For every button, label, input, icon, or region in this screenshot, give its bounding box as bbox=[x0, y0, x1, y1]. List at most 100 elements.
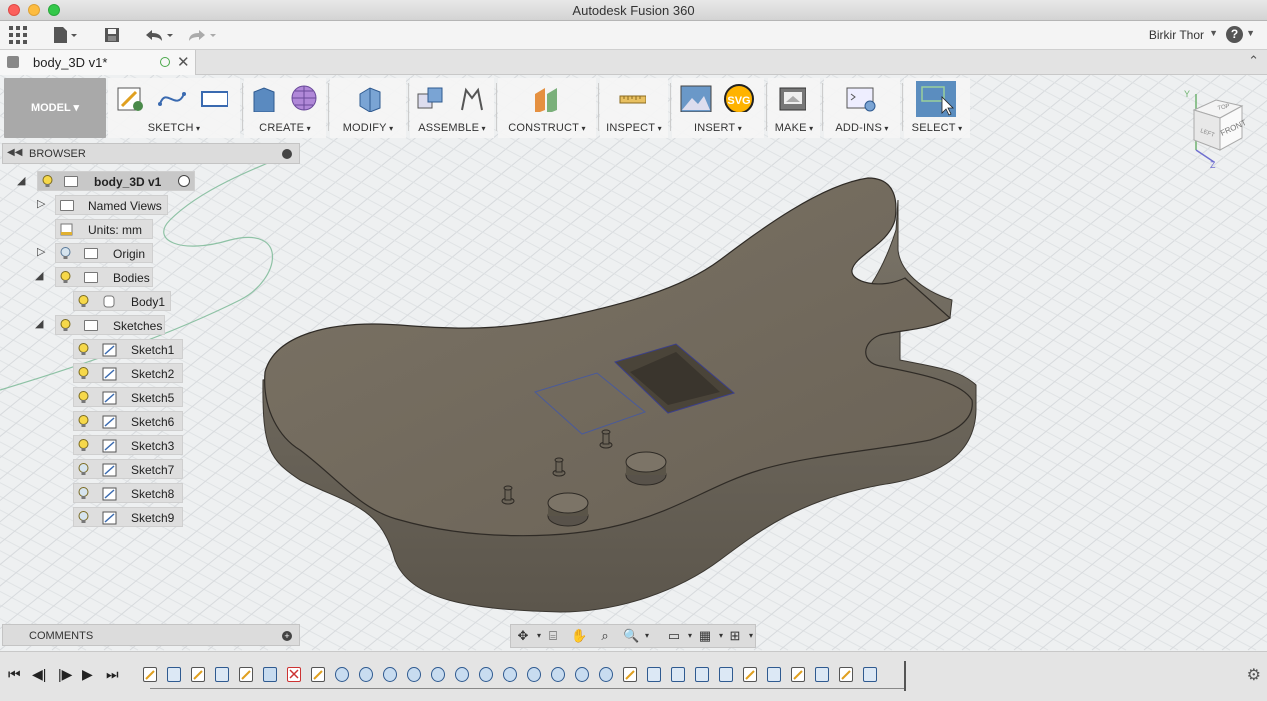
timeline-body-icon[interactable] bbox=[263, 667, 277, 682]
browser-node-sketch[interactable]: Sketch1 bbox=[73, 339, 183, 359]
visibility-bulb-icon[interactable] bbox=[78, 343, 89, 356]
toolbar-group-select[interactable]: SELECT bbox=[904, 78, 970, 138]
timeline-marker[interactable] bbox=[904, 661, 906, 691]
timeline-step-back-icon[interactable]: ◀︎| bbox=[32, 666, 46, 683]
viewcube[interactable]: Y Z TOP LEFT FRONT bbox=[1178, 88, 1253, 170]
browser-node-origin[interactable]: Origin bbox=[55, 243, 153, 263]
browser-node-sketch[interactable]: Sketch9 bbox=[73, 507, 183, 527]
undo-icon[interactable] bbox=[143, 26, 175, 44]
timeline-sketch-icon[interactable] bbox=[791, 667, 805, 682]
timeline-sketch-icon[interactable] bbox=[743, 667, 757, 682]
viewports-caret-icon[interactable]: ▾ bbox=[743, 629, 759, 643]
toolbar-group-create[interactable]: CREATE bbox=[244, 78, 326, 138]
window-maximize-button[interactable] bbox=[48, 4, 60, 16]
timeline-revolve-icon[interactable] bbox=[407, 667, 421, 682]
display-caret-icon[interactable]: ▾ bbox=[682, 629, 698, 643]
toolbar-group-add-ins[interactable]: ADD-INS bbox=[824, 78, 900, 138]
zoom-window-icon[interactable]: 🔍 bbox=[623, 629, 639, 643]
workspace-switcher-button[interactable]: MODEL ▾ bbox=[4, 78, 106, 138]
expand-triangle-icon[interactable]: ▷ bbox=[37, 197, 45, 210]
visibility-bulb-icon[interactable] bbox=[78, 367, 89, 380]
toolbar-group-inspect[interactable]: INSPECT bbox=[600, 78, 668, 138]
help-caret-icon[interactable]: ▼ bbox=[1246, 28, 1255, 38]
visibility-bulb-icon[interactable] bbox=[60, 271, 71, 284]
timeline-go-end-icon[interactable]: ⏭ bbox=[106, 666, 119, 683]
data-panel-grid-icon[interactable] bbox=[9, 26, 27, 44]
new-component-icon[interactable] bbox=[416, 84, 444, 112]
collapse-chevron-icon[interactable]: ⌃ bbox=[1248, 53, 1259, 69]
browser-node-sketch[interactable]: Sketch8 bbox=[73, 483, 183, 503]
timeline-revolve-icon[interactable] bbox=[383, 667, 397, 682]
visibility-bulb-off-icon[interactable] bbox=[60, 247, 71, 260]
timeline-revolve-icon[interactable] bbox=[431, 667, 445, 682]
browser-panel-header[interactable]: ◀◀ BROWSER bbox=[2, 143, 300, 164]
timeline-revolve-icon[interactable] bbox=[335, 667, 349, 682]
browser-node-sketch[interactable]: Sketch3 bbox=[73, 435, 183, 455]
timeline-extrude-icon[interactable] bbox=[647, 667, 661, 682]
timeline-extrude-icon[interactable] bbox=[719, 667, 733, 682]
window-close-button[interactable] bbox=[8, 4, 20, 16]
collapse-triangle-icon[interactable]: ◢ bbox=[35, 317, 43, 330]
create-sketch-icon[interactable] bbox=[116, 84, 144, 112]
help-icon[interactable]: ? bbox=[1226, 26, 1243, 43]
user-account-name[interactable]: Birkir Thor bbox=[1149, 28, 1204, 42]
timeline-extrude-icon[interactable] bbox=[671, 667, 685, 682]
timeline-extrude-icon[interactable] bbox=[695, 667, 709, 682]
zoom-icon[interactable]: ⌕ bbox=[597, 629, 613, 643]
browser-node-units[interactable]: Units: mm bbox=[55, 219, 153, 239]
browser-node-sketch[interactable]: Sketch7 bbox=[73, 459, 183, 479]
visibility-bulb-icon[interactable] bbox=[78, 463, 89, 476]
expand-triangle-icon[interactable]: ◢ bbox=[17, 174, 25, 187]
rectangle-sketch-icon[interactable] bbox=[200, 84, 228, 112]
timeline-sketch-icon[interactable] bbox=[239, 667, 253, 682]
insert-image-icon[interactable] bbox=[680, 84, 712, 112]
viewports-icon[interactable]: ⊞ bbox=[727, 629, 743, 643]
timeline-revolve-icon[interactable] bbox=[479, 667, 493, 682]
document-tab[interactable]: body_3D v1* ✕ bbox=[0, 50, 196, 75]
timeline-revolve-icon[interactable] bbox=[527, 667, 541, 682]
browser-node-sketch[interactable]: Sketch5 bbox=[73, 387, 183, 407]
visibility-bulb-icon[interactable] bbox=[78, 391, 89, 404]
form-mesh-icon[interactable] bbox=[290, 84, 318, 112]
select-tool-icon[interactable] bbox=[916, 81, 956, 117]
add-comment-icon[interactable]: + bbox=[282, 631, 292, 641]
timeline-extrude-icon[interactable] bbox=[863, 667, 877, 682]
visibility-bulb-icon[interactable] bbox=[78, 415, 89, 428]
toolbar-group-modify[interactable]: MODIFY bbox=[330, 78, 406, 138]
browser-node-sketches[interactable]: Sketches bbox=[55, 315, 165, 335]
press-pull-icon[interactable] bbox=[354, 84, 382, 112]
joint-icon[interactable] bbox=[458, 84, 486, 112]
browser-node-sketch[interactable]: Sketch2 bbox=[73, 363, 183, 383]
visibility-bulb-icon[interactable] bbox=[78, 511, 89, 524]
close-tab-icon[interactable]: ✕ bbox=[177, 53, 190, 71]
spline-icon[interactable] bbox=[158, 84, 186, 112]
toolbar-group-assemble[interactable]: ASSEMBLE bbox=[410, 78, 494, 138]
browser-minimize-icon[interactable] bbox=[282, 149, 292, 159]
timeline-revolve-icon[interactable] bbox=[503, 667, 517, 682]
timeline-go-start-icon[interactable]: ⏮ bbox=[8, 666, 21, 683]
browser-node-body1[interactable]: Body1 bbox=[73, 291, 171, 311]
window-minimize-button[interactable] bbox=[28, 4, 40, 16]
visibility-bulb-icon[interactable] bbox=[78, 439, 89, 452]
timeline-extrude-icon[interactable] bbox=[167, 667, 181, 682]
timeline-extrude-icon[interactable] bbox=[815, 667, 829, 682]
timeline-sketch-icon[interactable] bbox=[623, 667, 637, 682]
look-at-icon[interactable]: ⌸ bbox=[545, 629, 561, 643]
grid-snaps-icon[interactable]: ▦ bbox=[697, 629, 713, 643]
timeline-revolve-icon[interactable] bbox=[575, 667, 589, 682]
collapse-triangle-icon[interactable]: ◢ bbox=[35, 269, 43, 282]
file-menu-icon[interactable] bbox=[52, 26, 78, 44]
extrude-icon[interactable] bbox=[250, 84, 278, 112]
collapse-panel-icon[interactable]: ◀◀ bbox=[7, 147, 22, 158]
timeline-extrude-icon[interactable] bbox=[767, 667, 781, 682]
visibility-bulb-icon[interactable] bbox=[42, 175, 53, 188]
browser-node-bodies[interactable]: Bodies bbox=[55, 267, 153, 287]
visibility-bulb-icon[interactable] bbox=[78, 295, 89, 308]
scripts-addins-icon[interactable] bbox=[846, 84, 878, 112]
pan-hand-icon[interactable]: ✋ bbox=[571, 629, 587, 643]
zoom-caret-icon[interactable]: ▾ bbox=[639, 629, 655, 643]
measure-icon[interactable] bbox=[618, 84, 646, 112]
visibility-bulb-icon[interactable] bbox=[78, 487, 89, 500]
browser-root-node[interactable]: body_3D v1 bbox=[37, 171, 195, 191]
browser-node-sketch[interactable]: Sketch6 bbox=[73, 411, 183, 431]
